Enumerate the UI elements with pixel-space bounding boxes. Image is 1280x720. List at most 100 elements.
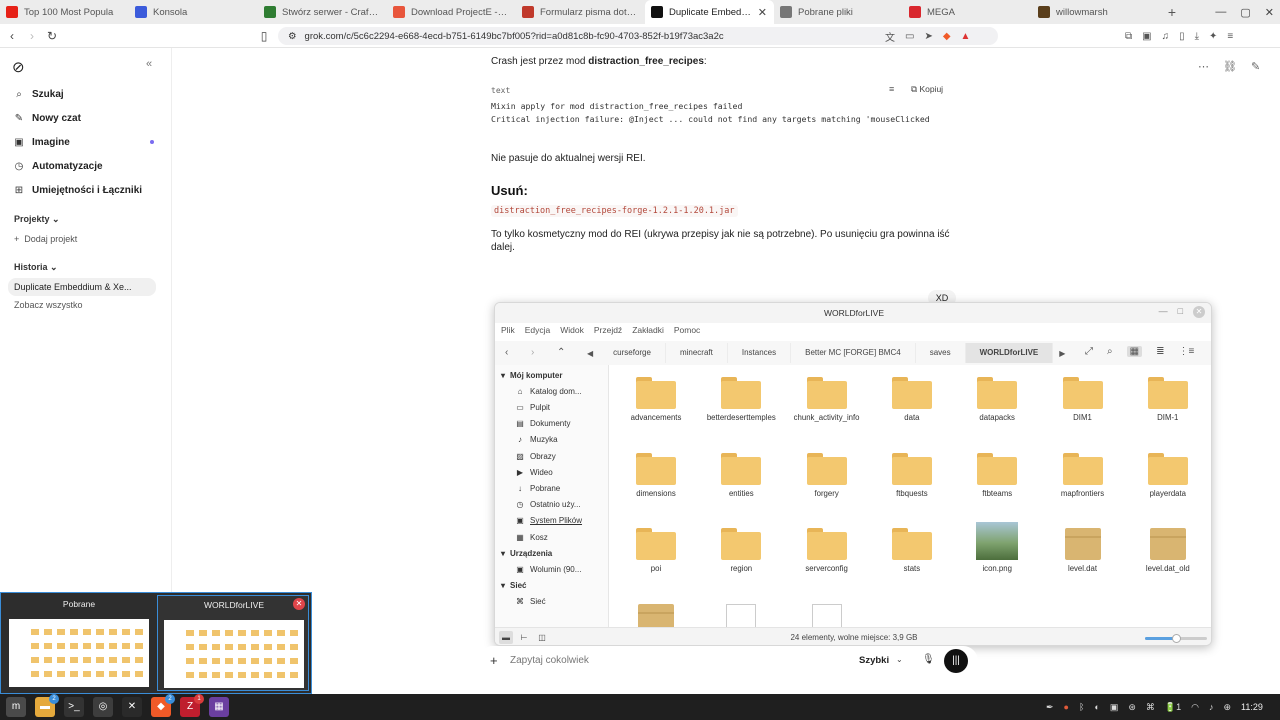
scroll-right-icon[interactable]: ▶ [1053,349,1071,358]
places-item[interactable]: ♪ Muzyka [515,432,558,448]
minimize-icon[interactable]: — [1159,306,1168,318]
file-item[interactable]: level.dat_old [1125,528,1211,573]
breadcrumb-item[interactable]: minecraft [666,343,728,363]
places-item[interactable]: ▣ System Plików [515,513,582,529]
minimize-icon[interactable]: — [1215,6,1226,18]
site-info-icon[interactable]: ⚙ [288,31,297,42]
menu-item[interactable]: Edycja [525,325,551,335]
folder-item[interactable]: forgery [784,452,870,498]
folder-item[interactable]: data [869,377,955,422]
back-icon[interactable]: ‹ [505,347,508,358]
taskbar-xmrig-icon[interactable]: ✕ [122,697,142,717]
breadcrumb-item[interactable]: WORLDforLIVE [965,343,1054,363]
clock[interactable]: 11:29 [1241,702,1263,712]
wallet-icon[interactable]: ▣ [1142,31,1151,42]
attach-icon[interactable]: + [490,653,498,668]
taskbar-game-icon[interactable]: ▦ [209,697,229,717]
places-item[interactable]: ▶ Wideo [515,464,553,480]
add-project-button[interactable]: + Dodaj projekt [14,234,77,244]
pin-icon[interactable]: ✒ [1046,702,1054,713]
scroll-left-icon[interactable]: ◀ [581,349,599,358]
switcher-window-pobrane[interactable]: Pobrane [3,595,155,691]
section-devices[interactable]: ▾ Urządzenia [501,545,552,561]
maximize-icon[interactable]: □ [1178,306,1183,318]
network-tray-icon[interactable]: ⌘ [1146,702,1155,713]
rewards-icon[interactable]: ▲ [961,31,971,42]
folder-item[interactable]: poi [613,528,699,573]
folder-item[interactable]: DIM1 [1040,377,1126,422]
mode-selector[interactable]: Szybki [859,655,889,666]
taskbar-filezilla-icon[interactable]: Z1 [180,694,204,717]
menu-item[interactable]: Zakładki [632,325,664,335]
forward-icon[interactable]: › [22,29,42,43]
wifi-icon[interactable]: ◠ [1191,702,1199,713]
close-icon[interactable]: ✕ [1265,6,1274,19]
folder-item[interactable]: advancements [613,377,699,422]
menu-icon[interactable]: ≡ [1227,31,1233,42]
link-icon[interactable]: ⛓ [1223,60,1237,73]
update-icon[interactable]: ● [1064,702,1069,712]
close-tab-icon[interactable]: ✕ [758,6,767,19]
folder-item[interactable]: chunk_activity_info [784,377,870,422]
taskbar-menu-icon[interactable]: m [6,697,26,717]
sidebar-item-imagine[interactable]: ▣ Imagine [14,137,70,148]
file-item[interactable]: icon.png [954,522,1040,573]
microphone-icon[interactable]: 🎙 [922,654,935,665]
steam-icon[interactable]: ⊛ [1128,702,1136,713]
bookmark-icon[interactable]: ▯ [254,29,274,43]
folder-item[interactable]: datapacks [954,377,1040,422]
battery-icon[interactable]: 🔋1 [1165,702,1181,713]
sidebar-item-umiejętności[interactable]: ⊞ Umiejętności i Łączniki [14,185,142,196]
browser-tab[interactable]: MEGA [903,0,1032,24]
sidebar-item-automatyzacje[interactable]: ◷ Automatyzacje [14,161,103,172]
compact-view-icon[interactable]: ⋮≡ [1178,346,1194,357]
folder-item[interactable]: betterdeserttemples [698,377,784,422]
volume-icon[interactable]: ♪ [1209,702,1214,712]
folder-item[interactable]: DIM-1 [1125,377,1211,422]
brave-shield-icon[interactable]: ◆ [943,31,951,42]
folder-item[interactable]: entities [698,452,784,498]
gpu-icon[interactable]: ▣ [1110,702,1119,713]
folder-item[interactable]: dimensions [613,452,699,498]
sidebar-toggle-icon[interactable]: ▯ [1179,31,1185,42]
folder-item[interactable]: mapfrontiers [1040,452,1126,498]
section-network[interactable]: ▾ Sieć [501,578,526,594]
search-icon[interactable]: ⌕ [1107,346,1113,357]
browser-tab[interactable]: Download ProjectE - Mi [387,0,516,24]
translate-icon[interactable]: 文 [885,29,895,44]
places-item[interactable]: ▣ Wolumin (90... [515,561,581,577]
places-item[interactable]: ▨ Obrazy [515,448,556,464]
taskbar-brave-icon[interactable]: ◆ 2 [151,694,175,717]
forward-icon[interactable]: › [531,347,534,358]
up-icon[interactable]: ⌃ [557,347,565,358]
section-computer[interactable]: ▾ Mój komputer [501,367,562,383]
folder-item[interactable]: region [698,528,784,573]
menu-item[interactable]: Widok [560,325,584,335]
zoom-slider[interactable] [1145,634,1207,643]
browser-tab[interactable]: Formularz pisma dotycz [516,0,645,24]
download-icon[interactable]: ⤓ [1195,31,1199,42]
reload-icon[interactable]: ↻ [42,29,62,43]
list-view-icon[interactable]: ≣ [1156,346,1164,357]
close-icon[interactable]: ✕ [293,598,305,610]
menu-item[interactable]: Pomoc [674,325,700,335]
history-header[interactable]: Historia ⌄ [14,262,58,273]
folder-item[interactable]: ftbquests [869,452,955,498]
send-icon[interactable]: ➤ [924,31,932,42]
extensions-icon[interactable]: ⧉ [1125,31,1132,42]
browser-tab[interactable]: Top 100 Most Popula [0,0,129,24]
chevron-down-icon[interactable]: ⌄ [896,655,903,664]
history-item[interactable]: Duplicate Embeddium & Xe... [8,278,156,296]
grok-logo-icon[interactable]: ⊘ [12,58,25,76]
browser-tab[interactable]: Pobrane pliki [774,0,903,24]
taskbar-settings-icon[interactable]: ◎ [93,697,113,717]
places-item[interactable]: ↓ Pobrane [515,480,560,496]
browser-tab[interactable]: Konsola [129,0,258,24]
folder-item[interactable]: stats [869,528,955,573]
new-tab-icon[interactable]: + [1161,4,1183,20]
zoom-knob[interactable] [1172,634,1181,643]
taskbar-files-icon[interactable]: ▬ 2 [35,694,59,717]
breadcrumb-item[interactable]: curseforge [599,343,666,363]
folder-item[interactable]: ftbteams [954,452,1040,498]
menu-item[interactable]: Plik [501,325,515,335]
